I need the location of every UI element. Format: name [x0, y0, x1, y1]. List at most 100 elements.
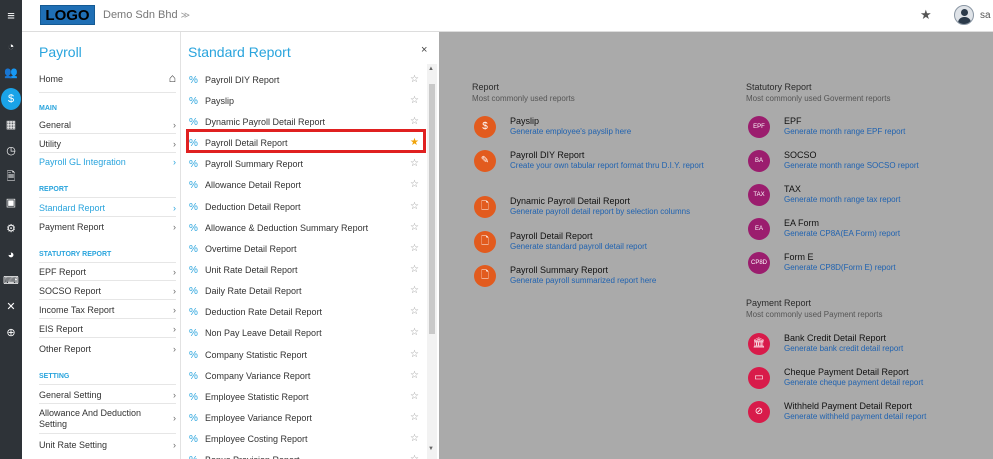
nav-item-income-tax-report[interactable]: Income Tax Report ›: [39, 305, 176, 316]
favourite-star-icon[interactable]: ☆: [410, 199, 419, 215]
favourite-star-icon[interactable]: ☆: [410, 177, 419, 193]
report-item-payslip[interactable]: % Payslip ☆: [189, 93, 419, 109]
favourite-star-icon[interactable]: ☆: [410, 347, 419, 363]
link-icon: %: [189, 434, 198, 445]
favourite-star-icon[interactable]: ☆: [410, 114, 419, 130]
nav-item-other-report[interactable]: Other Report ›: [39, 344, 176, 355]
report-entry-description[interactable]: Generate CP8A(EA Form) report: [784, 229, 993, 239]
nav-item-payroll-gl-integration[interactable]: Payroll GL Integration ›: [39, 157, 176, 168]
report-entry-description[interactable]: Generate payroll summarized report here: [510, 276, 720, 286]
chevron-right-icon: ›: [173, 305, 176, 315]
nav-item-utility[interactable]: Utility ›: [39, 139, 176, 150]
report-item-deduction-rate-detail-report[interactable]: % Deduction Rate Detail Report ☆: [189, 304, 419, 320]
favourite-star-icon[interactable]: ☆: [410, 304, 419, 320]
users-icon[interactable]: 👥: [0, 62, 22, 84]
chevron-right-icon: ›: [173, 203, 176, 213]
scrollbar-thumb[interactable]: [429, 84, 435, 334]
user-name[interactable]: sa: [980, 10, 991, 21]
report-item-employee-costing-report[interactable]: % Employee Costing Report ☆: [189, 431, 419, 447]
report-item-payroll-diy-report[interactable]: % Payroll DIY Report ☆: [189, 72, 419, 88]
nav-home-label: Home: [39, 74, 64, 84]
report-item-daily-rate-detail-report[interactable]: % Daily Rate Detail Report ☆: [189, 283, 419, 299]
report-item-overtime-detail-report[interactable]: % Overtime Detail Report ☆: [189, 241, 419, 257]
report-entry-description[interactable]: Generate month range tax report: [784, 195, 993, 205]
divider: [39, 197, 176, 198]
scroll-up-icon[interactable]: ▲: [428, 66, 434, 72]
report-item-allowance-deduction-summary-report[interactable]: % Allowance & Deduction Summary Report ☆: [189, 220, 419, 236]
favourite-star-icon[interactable]: ☆: [410, 93, 419, 109]
settings-icon[interactable]: ⚙: [0, 218, 22, 240]
report-entry-description[interactable]: Generate cheque payment detail report: [784, 378, 993, 388]
favourite-star-icon[interactable]: ☆: [410, 156, 419, 172]
report-entry-description[interactable]: Generate month range SOCSO report: [784, 161, 993, 171]
company-logo[interactable]: LOGO: [40, 5, 95, 25]
favourite-star-icon[interactable]: ☆: [410, 431, 419, 447]
nav-item-socso-report[interactable]: SOCSO Report ›: [39, 286, 176, 297]
dashboard-icon[interactable]: ◔: [0, 36, 22, 58]
hamburger-icon[interactable]: ≡: [0, 0, 22, 32]
report-item-deduction-detail-report[interactable]: % Deduction Detail Report ☆: [189, 199, 419, 215]
close-icon[interactable]: ×: [421, 44, 427, 56]
report-entry-description[interactable]: Generate month range EPF report: [784, 127, 993, 137]
nav-item-general[interactable]: General ›: [39, 120, 176, 131]
scroll-down-icon[interactable]: ▼: [428, 446, 434, 452]
report-item-label: Bonus Provision Report: [205, 455, 300, 459]
nav-home[interactable]: Home ⌂: [39, 71, 176, 85]
report-badge-icon: TAX: [748, 184, 770, 206]
favourite-star-icon[interactable]: ☆: [410, 325, 419, 341]
favourite-star-icon[interactable]: ☆: [410, 452, 419, 459]
link-icon: %: [189, 180, 198, 191]
pie-chart-icon[interactable]: ◕: [0, 244, 22, 266]
nav-item-unit-rate-setting[interactable]: Unit Rate Setting ›: [39, 440, 176, 451]
favourite-star-icon[interactable]: ☆: [410, 220, 419, 236]
report-item-dynamic-payroll-detail-report[interactable]: % Dynamic Payroll Detail Report ☆: [189, 114, 419, 130]
report-item-allowance-detail-report[interactable]: % Allowance Detail Report ☆: [189, 177, 419, 193]
report-item-bonus-provision-report[interactable]: %Bonus Provision Report ☆: [189, 452, 419, 459]
report-item-employee-variance-report[interactable]: % Employee Variance Report ☆: [189, 410, 419, 426]
report-item-company-statistic-report[interactable]: % Company Statistic Report ☆: [189, 347, 419, 363]
report-entry-description[interactable]: Generate standard payroll detail report: [510, 242, 720, 252]
nav-item-standard-report[interactable]: Standard Report ›: [39, 203, 176, 214]
nav-item-allowance-and-deduction-setting[interactable]: Allowance And Deduction Setting ›: [39, 408, 176, 430]
calendar-icon[interactable]: ▦: [0, 114, 22, 136]
link-icon: %: [189, 265, 198, 276]
clock-icon[interactable]: ◷: [0, 140, 22, 162]
nav-item-general-setting[interactable]: General Setting ›: [39, 390, 176, 401]
nav-item-epf-report[interactable]: EPF Report ›: [39, 267, 176, 278]
report-entry-description[interactable]: Generate CP8D(Form E) report: [784, 263, 993, 273]
document-icon[interactable]: 🗎: [0, 166, 22, 188]
report-item-company-variance-report[interactable]: % Company Variance Report ☆: [189, 368, 419, 384]
report-item-non-pay-leave-detail-report[interactable]: % Non Pay Leave Detail Report ☆: [189, 325, 419, 341]
nav-item-payment-report[interactable]: Payment Report ›: [39, 222, 176, 233]
section-report: REPORT: [39, 186, 69, 193]
statutory-group-title: Statutory Report: [746, 82, 812, 92]
payment-group-subtitle: Most commonly used Payment reports: [746, 310, 883, 319]
company-selector[interactable]: Demo Sdn Bhd ≫: [103, 9, 190, 21]
star-icon[interactable]: ★: [920, 7, 932, 23]
favourite-star-icon[interactable]: ☆: [410, 410, 419, 426]
report-entry-description[interactable]: Generate bank credit detail report: [784, 344, 993, 354]
section-statutory-report: STATUTORY REPORT: [39, 251, 112, 258]
plus-circle-icon[interactable]: ⊕: [0, 322, 22, 344]
tools-icon[interactable]: ✕: [0, 296, 22, 318]
report-entry-description[interactable]: Generate employee's payslip here: [510, 127, 720, 137]
report-item-employee-statistic-report[interactable]: % Employee Statistic Report ☆: [189, 389, 419, 405]
report-item-unit-rate-detail-report[interactable]: % Unit Rate Detail Report ☆: [189, 262, 419, 278]
favourite-star-icon[interactable]: ☆: [410, 283, 419, 299]
payroll-icon[interactable]: $: [1, 88, 21, 110]
report-entry-description[interactable]: Generate payroll detail report by select…: [510, 207, 720, 217]
keyboard-icon[interactable]: ⌨: [0, 270, 22, 292]
avatar[interactable]: [954, 5, 974, 25]
nav-item-label: Unit Rate Setting: [39, 440, 108, 450]
favourite-star-icon[interactable]: ☆: [410, 72, 419, 88]
favourite-star-icon[interactable]: ☆: [410, 368, 419, 384]
favourite-star-icon[interactable]: ☆: [410, 241, 419, 257]
nav-item-eis-report[interactable]: EIS Report ›: [39, 324, 176, 335]
favourite-star-icon[interactable]: ☆: [410, 262, 419, 278]
favourite-star-icon[interactable]: ☆: [410, 389, 419, 405]
calendar-check-icon[interactable]: ▣: [0, 192, 22, 214]
report-badge-icon: ▭: [748, 367, 770, 389]
report-entry-description[interactable]: Create your own tabular report format th…: [510, 161, 720, 171]
report-item-payroll-summary-report[interactable]: % Payroll Summary Report ☆: [189, 156, 419, 172]
report-entry-description[interactable]: Generate withheld payment detail report: [784, 412, 993, 422]
